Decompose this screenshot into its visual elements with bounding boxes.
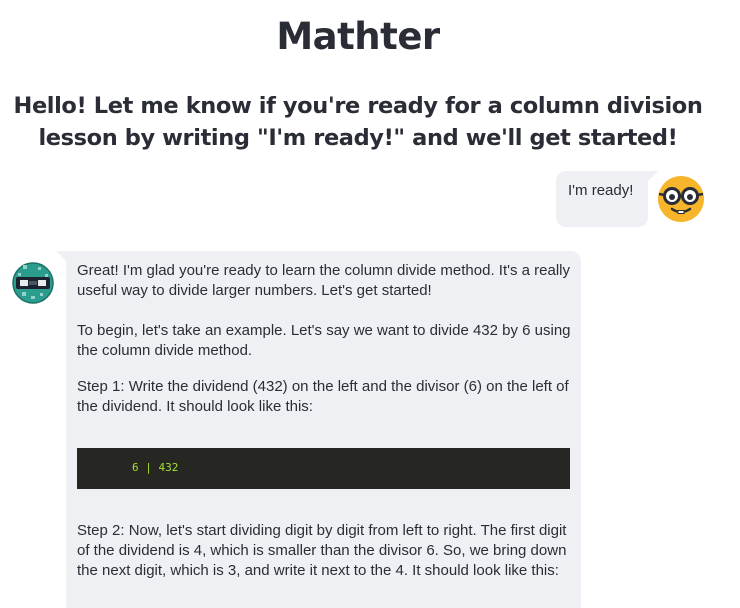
- nerd-face-emoji-icon: [658, 176, 704, 222]
- bot-message-paragraph: Great! I'm glad you're ready to learn th…: [77, 262, 571, 299]
- code-text: 6 | 432: [132, 461, 179, 474]
- code-block: 6 | 432: [77, 448, 570, 489]
- intro-message: Hello! Let me know if you're ready for a…: [13, 93, 703, 151]
- user-message-text: I'm ready!: [568, 182, 634, 199]
- user-message-bubble: I'm ready!: [556, 171, 658, 227]
- bot-message-paragraph: Step 1: Write the dividend (432) on the …: [77, 378, 569, 415]
- app-title: Mathter: [276, 15, 440, 58]
- bot-message-bubble: Great! I'm glad you're ready to learn th…: [56, 251, 581, 608]
- bot-message-paragraph: To begin, let's take an example. Let's s…: [77, 322, 571, 359]
- robot-avatar-icon: [12, 262, 54, 304]
- bot-message-paragraph: Step 2: Now, let's start dividing digit …: [77, 522, 567, 579]
- chat-page: Mathter Hello! Let me know if you're rea…: [0, 0, 740, 608]
